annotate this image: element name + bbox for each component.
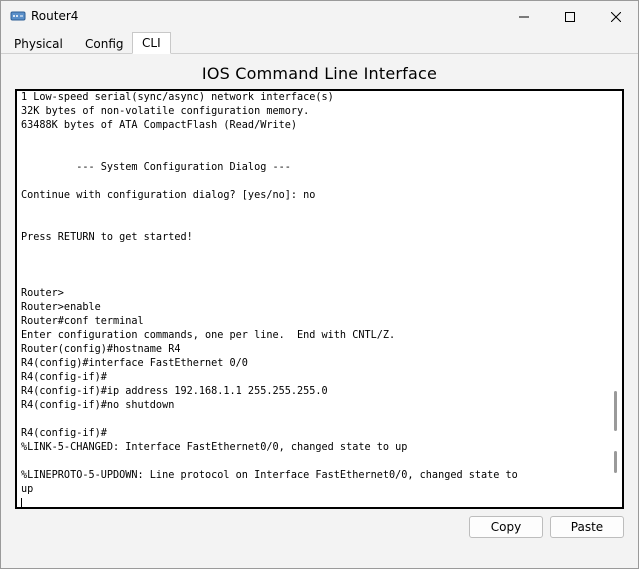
terminal-line: --- System Configuration Dialog --- bbox=[21, 162, 291, 173]
terminal-line: Router>enable bbox=[21, 302, 101, 313]
minimize-icon bbox=[519, 7, 529, 26]
terminal-line: %LINEPROTO-5-UPDOWN: Line protocol on In… bbox=[21, 470, 518, 481]
copy-button[interactable]: Copy bbox=[469, 516, 543, 538]
terminal-line: R4(config-if)# bbox=[21, 372, 107, 383]
maximize-icon bbox=[565, 7, 575, 26]
tab-physical[interactable]: Physical bbox=[4, 33, 73, 54]
terminal-line: up bbox=[21, 484, 34, 495]
terminal-input-line[interactable] bbox=[21, 497, 606, 507]
window-title: Router4 bbox=[31, 9, 79, 23]
terminal-line: 32K bytes of non-volatile configuration … bbox=[21, 106, 310, 117]
maximize-button[interactable] bbox=[547, 1, 593, 31]
terminal-line: Enter configuration commands, one per li… bbox=[21, 330, 396, 341]
text-cursor bbox=[21, 498, 22, 507]
terminal-line: 1 Low-speed serial(sync/async) network i… bbox=[21, 92, 334, 103]
terminal-line: 63488K bytes of ATA CompactFlash (Read/W… bbox=[21, 120, 298, 131]
router-window: Router4 Physical Config CLI IOS Command … bbox=[0, 0, 639, 569]
tab-bar: Physical Config CLI bbox=[1, 32, 638, 54]
terminal-line: Router#conf terminal bbox=[21, 316, 144, 327]
terminal-line: R4(config)#interface FastEthernet 0/0 bbox=[21, 358, 248, 369]
terminal-line: R4(config-if)# bbox=[21, 428, 107, 439]
scrollbar-thumb-lower[interactable] bbox=[614, 451, 617, 473]
scrollbar-thumb[interactable] bbox=[614, 391, 617, 431]
terminal-line: Router> bbox=[21, 288, 64, 299]
terminal-line: Continue with configuration dialog? [yes… bbox=[21, 190, 316, 201]
title-bar[interactable]: Router4 bbox=[1, 1, 638, 31]
terminal-frame: 1 Low-speed serial(sync/async) network i… bbox=[15, 89, 624, 509]
page-title: IOS Command Line Interface bbox=[201, 64, 438, 83]
terminal-line: Press RETURN to get started! bbox=[21, 232, 193, 243]
close-button[interactable] bbox=[593, 1, 639, 31]
terminal-output[interactable]: 1 Low-speed serial(sync/async) network i… bbox=[21, 91, 606, 507]
terminal-scrollbar[interactable] bbox=[608, 91, 622, 507]
terminal-line: %LINK-5-CHANGED: Interface FastEthernet0… bbox=[21, 442, 408, 453]
router-app-icon bbox=[10, 8, 26, 24]
tab-cli[interactable]: CLI bbox=[132, 32, 171, 54]
cli-panel: IOS Command Line Interface 1 Low-speed s… bbox=[2, 54, 637, 567]
tab-config[interactable]: Config bbox=[75, 33, 134, 54]
close-icon bbox=[610, 7, 622, 26]
terminal-line: R4(config-if)#ip address 192.168.1.1 255… bbox=[21, 386, 328, 397]
terminal-line: Router(config)#hostname R4 bbox=[21, 344, 181, 355]
terminal-line: R4(config-if)#no shutdown bbox=[21, 400, 175, 411]
minimize-button[interactable] bbox=[501, 1, 547, 31]
paste-button[interactable]: Paste bbox=[550, 516, 624, 538]
